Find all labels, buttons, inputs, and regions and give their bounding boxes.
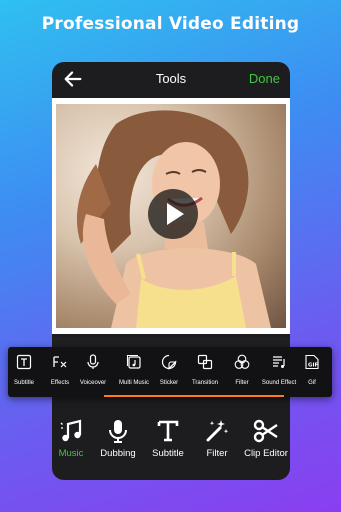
multi-music-icon	[126, 354, 142, 370]
tool-voiceover[interactable]: Voiceover	[78, 354, 108, 386]
video-preview[interactable]	[52, 98, 290, 334]
tool-label: Effects	[50, 380, 70, 386]
text-icon	[155, 418, 181, 444]
nav-clip-editor[interactable]: Clip Editor	[242, 418, 290, 459]
nav-label: Dubbing	[100, 448, 136, 459]
tool-effects[interactable]: Effects	[46, 354, 74, 386]
magic-wand-icon	[204, 418, 230, 444]
top-bar: Tools Done	[52, 62, 290, 96]
nav-filter[interactable]: Filter	[200, 418, 234, 459]
nav-label: Music	[58, 448, 84, 459]
microphone-icon	[85, 354, 101, 370]
gif-icon: GIF	[304, 354, 320, 370]
nav-music[interactable]: Music	[54, 418, 88, 459]
tool-label: Transition	[191, 380, 219, 386]
nav-label: Subtitle	[152, 448, 184, 459]
tool-label: Subtitle	[13, 380, 34, 386]
tool-filter[interactable]: Filter	[230, 354, 254, 386]
tool-label: Gif	[308, 380, 316, 386]
play-button[interactable]	[148, 189, 198, 239]
svg-text:GIF: GIF	[308, 363, 319, 369]
tool-sticker[interactable]: Sticker	[156, 354, 182, 386]
nav-label: Filter	[206, 448, 228, 459]
subtitle-icon	[16, 354, 32, 370]
tool-label: Multi Music	[118, 380, 149, 386]
tool-label: Voiceover	[79, 380, 107, 386]
tool-sound-effect[interactable]: Sound Effect	[260, 354, 298, 386]
sticker-icon	[161, 354, 177, 370]
done-button[interactable]: Done	[249, 71, 280, 86]
headline: Professional Video Editing	[41, 14, 300, 34]
tool-subtitle[interactable]: Subtitle	[10, 354, 38, 386]
nav-subtitle[interactable]: Subtitle	[148, 418, 188, 459]
scissors-icon	[253, 418, 279, 444]
sound-effect-icon	[271, 354, 287, 370]
nav-dubbing[interactable]: Dubbing	[98, 418, 138, 459]
filter-icon	[234, 354, 250, 370]
tool-transition[interactable]: Transition	[188, 354, 222, 386]
bottom-nav: Music Dubbing Subtitle Filter Clip Edito…	[52, 412, 290, 472]
tool-label: Sound Effect	[261, 380, 297, 386]
effects-icon	[52, 354, 68, 370]
tool-gif[interactable]: GIF Gif	[304, 354, 320, 386]
tools-scroll-indicator	[104, 395, 284, 397]
transition-icon	[197, 354, 213, 370]
tools-bar: Subtitle Effects Voiceover Multi Music S…	[8, 347, 332, 397]
microphone-icon	[105, 418, 131, 444]
tool-label: Sticker	[159, 380, 179, 386]
nav-label: Clip Editor	[244, 448, 288, 459]
tool-label: Filter	[235, 380, 249, 386]
video-thumbnail	[56, 104, 286, 328]
music-icon	[58, 418, 84, 444]
tool-multi-music[interactable]: Multi Music	[116, 354, 152, 386]
